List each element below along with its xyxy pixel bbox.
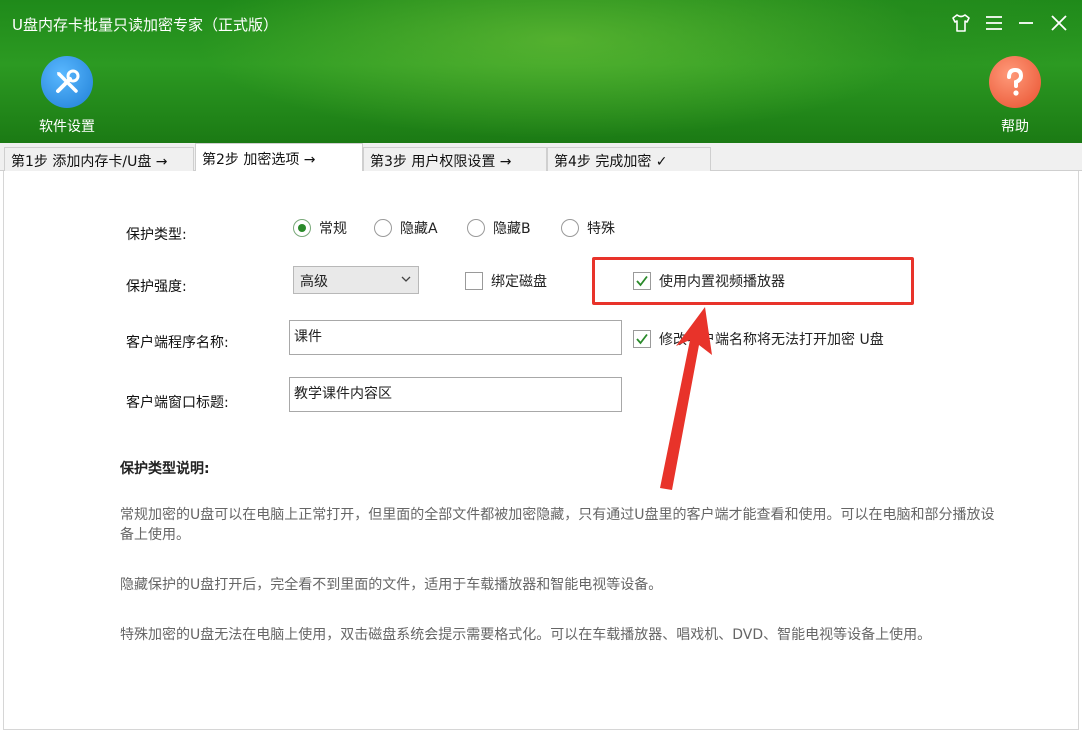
description-hidden: 隐藏保护的U盘打开后，完全看不到里面的文件，适用于车载播放器和智能电视等设备。 [120,577,663,593]
help-label: 帮助 [1001,119,1029,135]
description-title: 保护类型说明: [120,461,210,477]
radio-special[interactable]: 特殊 [561,218,615,238]
skin-icon[interactable] [950,12,972,34]
client-name-input[interactable]: 课件 [289,320,622,355]
tab-step-4[interactable]: 第4步 完成加密 ✓ [547,147,711,172]
radio-dot [293,219,311,237]
radio-dot [467,219,485,237]
settings-label: 软件设置 [39,119,95,135]
bind-disk-checkbox[interactable]: 绑定磁盘 [465,271,547,291]
tab-step-1[interactable]: 第1步 添加内存卡/U盘 → [4,147,194,172]
bind-disk-label: 绑定磁盘 [491,274,547,290]
client-name-label: 客户端程序名称: [126,335,229,351]
tab-step-3[interactable]: 第3步 用户权限设置 → [363,147,547,172]
radio-label: 隐藏B [493,221,531,237]
settings-tools-icon [41,56,93,108]
encryption-options-panel [3,171,1079,730]
rename-warning-label: 修改客户端名称将无法打开加密 U盘 [659,332,884,348]
close-icon[interactable] [1048,12,1070,34]
highlight-box [592,257,914,305]
radio-label: 常规 [319,221,347,237]
app-title: U盘内存卡批量只读加密专家（正式版） [12,16,278,34]
help-button[interactable]: 帮助 [975,56,1055,136]
step-tabs: 第1步 添加内存卡/U盘 → 第2步 加密选项 → 第3步 用户权限设置 → 第… [0,143,1082,172]
strength-value: 高级 [300,274,328,290]
window-title-label: 客户端窗口标题: [126,395,229,411]
help-question-icon [989,56,1041,108]
strength-select[interactable]: 高级 [293,266,419,294]
radio-dot [561,219,579,237]
header-banner: U盘内存卡批量只读加密专家（正式版） 软件设置 帮助 [0,0,1082,143]
checkbox-box [465,272,483,290]
chevron-down-icon [400,271,412,290]
minimize-icon[interactable] [1015,12,1037,34]
menu-icon[interactable] [983,12,1005,34]
radio-normal[interactable]: 常规 [293,218,347,238]
radio-label: 隐藏A [400,221,438,237]
radio-dot [374,219,392,237]
radio-label: 特殊 [587,221,615,237]
tab-step-2[interactable]: 第2步 加密选项 → [195,143,363,172]
protect-type-label: 保护类型: [126,227,187,243]
settings-button[interactable]: 软件设置 [27,56,107,136]
strength-label: 保护强度: [126,279,187,295]
description-special: 特殊加密的U盘无法在电脑上使用，双击磁盘系统会提示需要格式化。可以在车载播放器、… [120,627,932,643]
radio-hidden-b[interactable]: 隐藏B [467,218,531,238]
radio-hidden-a[interactable]: 隐藏A [374,218,438,238]
rename-warning-checkbox[interactable]: 修改客户端名称将无法打开加密 U盘 [633,329,884,349]
checkmark-icon [633,330,651,348]
window-title-input[interactable]: 教学课件内容区 [289,377,622,412]
description-normal: 常规加密的U盘可以在电脑上正常打开，但里面的全部文件都被加密隐藏，只有通过U盘里… [120,507,995,543]
